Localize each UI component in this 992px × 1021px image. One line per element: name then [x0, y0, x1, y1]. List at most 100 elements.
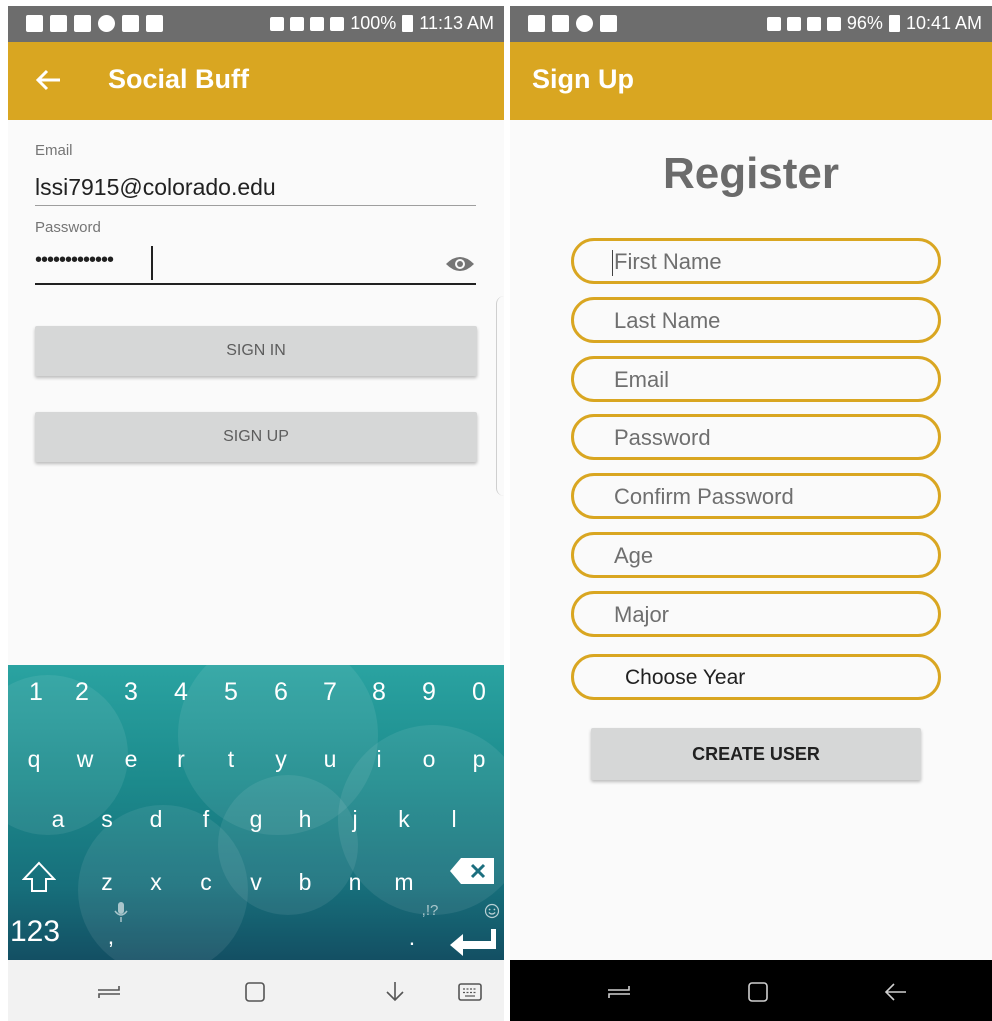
email-field[interactable]: Email — [571, 356, 941, 402]
key-7[interactable]: 7 — [312, 678, 348, 707]
numbers-mode-key[interactable]: 123 — [10, 915, 80, 949]
last-name-placeholder: Last Name — [614, 308, 721, 333]
key-2[interactable]: 2 — [64, 678, 100, 707]
battery-percent: 96% — [846, 13, 883, 33]
sign-up-button[interactable]: SIGN UP — [35, 412, 477, 462]
status-right: 96% 10:41 AM — [766, 13, 982, 34]
period-key[interactable]: . — [394, 924, 430, 951]
create-user-button[interactable]: CREATE USER — [591, 728, 921, 780]
key-q[interactable]: q — [16, 746, 52, 773]
sign-in-button[interactable]: SIGN IN — [35, 326, 477, 376]
major-field[interactable]: Major — [571, 591, 941, 637]
email-field[interactable]: lssi7915@colorado.edu — [35, 174, 276, 201]
year-select[interactable]: Choose Year — [571, 654, 941, 700]
email-underline — [35, 205, 476, 206]
recent-apps-icon[interactable] — [95, 978, 123, 1006]
navigation-bar — [510, 960, 992, 1021]
key-6[interactable]: 6 — [263, 678, 299, 707]
key-f[interactable]: f — [188, 806, 224, 833]
key-r[interactable]: r — [163, 746, 199, 773]
recent-apps-icon[interactable] — [605, 978, 633, 1006]
key-z[interactable]: z — [89, 869, 125, 896]
key-v[interactable]: v — [238, 869, 274, 896]
edge-panel-handle[interactable] — [496, 296, 504, 496]
sign-in-screen: 100% 11:13 AM Social Buff Email lssi7915… — [8, 6, 504, 1021]
key-c[interactable]: c — [188, 869, 224, 896]
key-l[interactable]: l — [436, 806, 472, 833]
key-n[interactable]: n — [337, 869, 373, 896]
show-password-eye-icon[interactable] — [445, 253, 475, 275]
text-cursor — [151, 246, 153, 280]
app-bar: Sign Up — [510, 42, 992, 120]
key-p[interactable]: p — [461, 746, 497, 773]
text-cursor — [612, 250, 613, 276]
nfc-icon — [766, 16, 781, 31]
battery-icon — [888, 15, 900, 32]
key-x[interactable]: x — [138, 869, 174, 896]
key-j[interactable]: j — [337, 806, 373, 833]
key-a[interactable]: a — [40, 806, 76, 833]
youtube-icon — [146, 15, 163, 32]
shift-key-icon[interactable] — [22, 860, 56, 894]
password-field[interactable]: Password — [571, 414, 941, 460]
mail-icon — [74, 15, 91, 32]
last-name-field[interactable]: Last Name — [571, 297, 941, 343]
password-field[interactable]: ••••••••••••• — [35, 249, 114, 272]
battery-icon — [402, 15, 414, 32]
key-o[interactable]: o — [411, 746, 447, 773]
key-4[interactable]: 4 — [163, 678, 199, 707]
nfc-icon — [270, 16, 285, 31]
key-h[interactable]: h — [287, 806, 323, 833]
key-d[interactable]: d — [138, 806, 174, 833]
enter-key-icon[interactable] — [449, 927, 497, 957]
key-e[interactable]: e — [113, 746, 149, 773]
age-placeholder: Age — [614, 543, 654, 568]
app-title: Social Buff — [108, 64, 250, 94]
key-s[interactable]: s — [89, 806, 125, 833]
home-icon[interactable] — [241, 978, 269, 1006]
back-icon[interactable] — [882, 978, 910, 1006]
gallery-icon — [122, 15, 139, 32]
clock: 11:13 AM — [419, 13, 494, 33]
key-1[interactable]: 1 — [18, 678, 54, 707]
message-icon — [50, 15, 67, 32]
first-name-placeholder: First Name — [614, 249, 722, 274]
password-label: Password — [35, 219, 101, 236]
alarm-icon — [310, 16, 325, 31]
app-bar: Social Buff — [8, 42, 504, 120]
key-i[interactable]: i — [361, 746, 397, 773]
back-arrow-icon[interactable] — [34, 62, 64, 98]
age-field[interactable]: Age — [571, 532, 941, 578]
key-0[interactable]: 0 — [461, 678, 497, 707]
keyboard-icon[interactable] — [456, 978, 484, 1006]
key-3[interactable]: 3 — [113, 678, 149, 707]
backspace-key-icon[interactable] — [449, 857, 495, 885]
email-placeholder: Email — [614, 367, 670, 392]
key-k[interactable]: k — [386, 806, 422, 833]
key-5[interactable]: 5 — [213, 678, 249, 707]
battery-percent: 100% — [350, 13, 397, 33]
home-icon[interactable] — [744, 978, 772, 1006]
key-m[interactable]: m — [386, 869, 422, 896]
confirm-password-field[interactable]: Confirm Password — [571, 473, 941, 519]
hide-keyboard-icon[interactable] — [381, 978, 409, 1006]
key-w[interactable]: w — [67, 746, 103, 773]
status-bar: 96% 10:41 AM — [510, 6, 992, 42]
comma-key[interactable]: , — [93, 923, 129, 950]
key-u[interactable]: u — [312, 746, 348, 773]
first-name-field[interactable]: First Name — [571, 238, 941, 284]
facebook-icon — [528, 15, 545, 32]
key-t[interactable]: t — [213, 746, 249, 773]
key-g[interactable]: g — [238, 806, 274, 833]
facebook-icon — [26, 15, 43, 32]
microphone-icon[interactable] — [114, 901, 128, 923]
key-y[interactable]: y — [263, 746, 299, 773]
message-icon — [552, 15, 569, 32]
wifi-call-icon — [98, 15, 115, 32]
confirm-password-placeholder: Confirm Password — [614, 484, 794, 509]
emoji-icon[interactable] — [484, 903, 500, 919]
key-b[interactable]: b — [287, 869, 323, 896]
key-8[interactable]: 8 — [361, 678, 397, 707]
key-9[interactable]: 9 — [411, 678, 447, 707]
notification-icons — [528, 15, 617, 32]
